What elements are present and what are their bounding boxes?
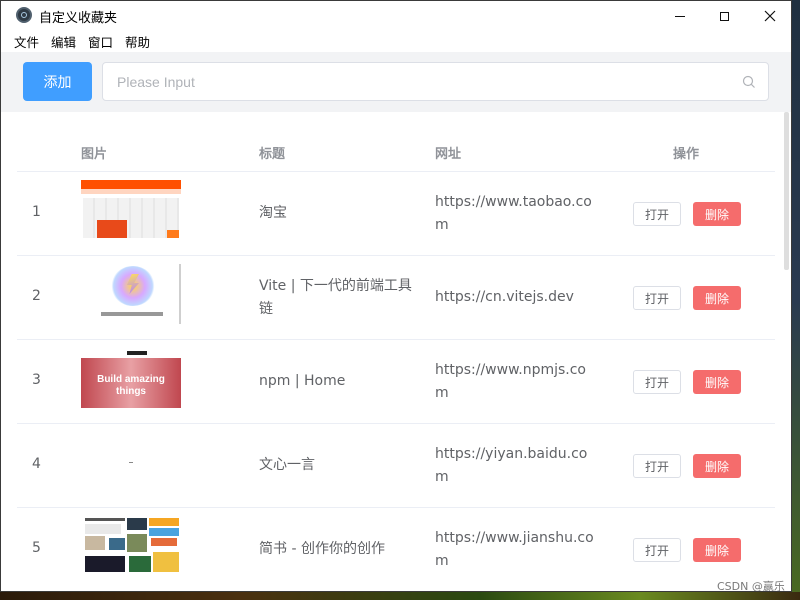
row-index: 4: [32, 456, 41, 472]
delete-button[interactable]: 删除: [693, 286, 741, 310]
row-title: npm | Home: [259, 373, 346, 389]
row-url: https://yiyan.baidu.com: [435, 445, 588, 485]
watermark: CSDN @赢乐: [717, 580, 785, 592]
header-actions: 操作: [673, 147, 700, 162]
table-row: 4 文心一言 https://yiyan.baidu.com 打开 删除: [17, 424, 775, 508]
add-button[interactable]: 添加: [23, 62, 92, 101]
row-index: 1: [32, 204, 41, 220]
row-thumbnail: Build amazing things: [81, 348, 181, 408]
row-url: https://www.npmjs.com: [435, 361, 586, 401]
row-url: https://www.taobao.com: [435, 193, 592, 233]
desktop-background-right: [792, 0, 800, 600]
row-index: 3: [32, 372, 41, 388]
vite-thumbnail: [81, 264, 181, 324]
row-title: 简书 - 创作你的创作: [259, 541, 385, 557]
npm-thumbnail: Build amazing things: [81, 348, 181, 408]
title-bar[interactable]: 自定义收藏夹: [1, 1, 791, 31]
jianshu-thumbnail: [81, 516, 181, 576]
maximize-icon: [719, 11, 729, 21]
row-url: https://cn.vitejs.dev: [435, 289, 574, 305]
row-thumbnail: [81, 516, 181, 576]
delete-button[interactable]: 删除: [693, 454, 741, 478]
table-row: 5 简书 - 创作你的创作 https://www.jianshu.com 打开…: [17, 508, 775, 591]
desktop-background-bottom: [0, 592, 800, 600]
npm-thumbnail-text: Build amazing things: [97, 374, 165, 397]
row-url: https://www.jianshu.com: [435, 529, 594, 569]
table-row: 2 Vite | 下一代的前端工具链 https://cn.vitejs.dev…: [17, 256, 775, 340]
header-image: 图片: [81, 147, 108, 162]
open-button[interactable]: 打开: [633, 370, 681, 394]
table-row: 3 Build amazing things npm | Home https:…: [17, 340, 775, 424]
search-icon[interactable]: [742, 75, 756, 89]
menu-help[interactable]: 帮助: [125, 32, 150, 51]
open-button[interactable]: 打开: [633, 202, 681, 226]
search-input[interactable]: [117, 63, 717, 100]
row-thumbnail: [81, 432, 181, 492]
open-button[interactable]: 打开: [633, 286, 681, 310]
taobao-thumbnail: [81, 180, 181, 240]
menu-window[interactable]: 窗口: [88, 32, 113, 51]
row-title: Vite | 下一代的前端工具链: [259, 277, 412, 317]
app-icon: [16, 7, 32, 23]
row-index: 5: [32, 540, 41, 556]
row-index: 2: [32, 288, 41, 304]
table-header: 图片 标题 网址 操作: [17, 131, 775, 172]
delete-button[interactable]: 删除: [693, 202, 741, 226]
blank-thumbnail: [81, 432, 181, 492]
table-row: 1 淘宝 https://www.taobao.com 打开 删除: [17, 172, 775, 256]
delete-button[interactable]: 删除: [693, 370, 741, 394]
window-title: 自定义收藏夹: [39, 11, 118, 26]
row-thumbnail: [81, 180, 181, 240]
menu-edit[interactable]: 编辑: [51, 32, 76, 51]
open-button[interactable]: 打开: [633, 538, 681, 562]
menu-file[interactable]: 文件: [14, 32, 39, 51]
search-box[interactable]: [102, 62, 769, 101]
open-button[interactable]: 打开: [633, 454, 681, 478]
row-title: 淘宝: [259, 205, 287, 221]
minimize-icon: [675, 15, 685, 17]
menu-bar: 文件 编辑 窗口 帮助: [1, 31, 791, 52]
row-thumbnail: [81, 264, 181, 324]
maximize-button[interactable]: [701, 1, 747, 31]
scrollbar[interactable]: [784, 112, 789, 270]
delete-button[interactable]: 删除: [693, 538, 741, 562]
header-title: 标题: [259, 147, 286, 162]
bookmark-table: 图片 标题 网址 操作 1 淘宝 https://www.taobao.com …: [17, 131, 775, 591]
row-title: 文心一言: [259, 457, 315, 473]
app-window: 自定义收藏夹 文件 编辑 窗口 帮助 添加 图片 标题 网址 操作: [0, 0, 792, 592]
close-button[interactable]: [747, 1, 791, 31]
close-icon: [764, 10, 776, 22]
toolbar: 添加: [1, 52, 791, 112]
header-url: 网址: [435, 147, 462, 162]
minimize-button[interactable]: [657, 1, 703, 31]
